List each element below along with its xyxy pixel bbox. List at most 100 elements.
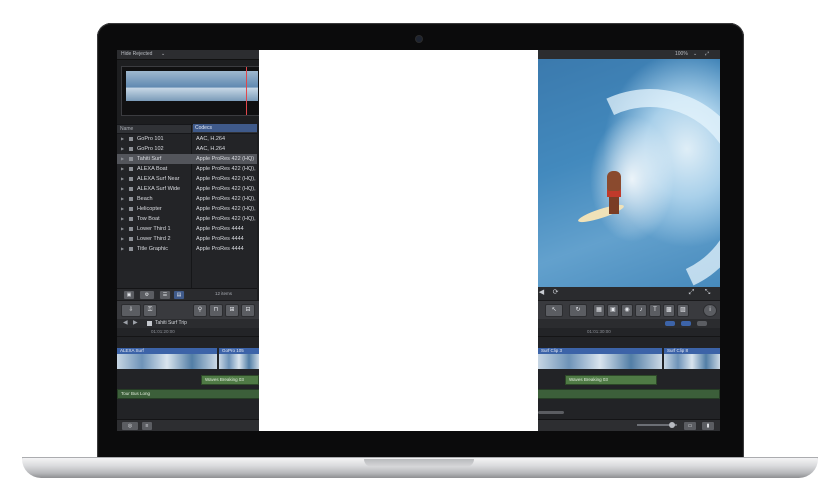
skimmer-playhead[interactable] (246, 67, 247, 115)
filmstrip-thumbnail (126, 71, 170, 101)
laptop-opening-notch (364, 459, 474, 467)
library-icon[interactable]: ▣ (123, 290, 135, 300)
column-name[interactable]: Name (120, 125, 133, 133)
list-item[interactable]: ▶ GoPro 102 AAC, H.264 (117, 144, 257, 154)
back-arrow-icon[interactable]: ◀ (123, 319, 128, 328)
disclosure-triangle-icon[interactable]: ▶ (121, 234, 124, 244)
photo-browser-icon[interactable]: ▣ (607, 304, 619, 317)
clip-thumbnails (117, 354, 217, 369)
audio-browser-icon[interactable]: ♪ (635, 304, 647, 317)
fullscreen-icon[interactable]: ⤡ (703, 289, 712, 297)
camera-icon (416, 36, 422, 42)
chevron-down-icon[interactable]: ⌄ (693, 50, 697, 59)
snapping-icon[interactable] (697, 321, 707, 326)
clip-thumbnails (219, 354, 259, 369)
zoom-slider-handle[interactable] (669, 422, 675, 428)
titles-icon[interactable]: T (649, 304, 661, 317)
timeline-scrollbar[interactable] (538, 411, 564, 414)
disclosure-triangle-icon[interactable]: ▶ (121, 244, 124, 254)
audio-clip-waves-right[interactable]: Waves Breaking 03 (565, 375, 657, 385)
list-item[interactable]: ▶ ALEXA Surf Near Apple ProRes 422 (HQ), (117, 174, 257, 184)
insert-clip-icon[interactable]: ⊞ (225, 304, 239, 317)
disclosure-triangle-icon[interactable]: ▶ (121, 194, 124, 204)
clip-icon (129, 167, 133, 171)
expand-icon[interactable]: ⤢ (687, 289, 696, 297)
fullscreen-icon[interactable]: ⤢ (705, 50, 709, 59)
select-tool-icon[interactable]: ↖ (545, 304, 563, 317)
surfer-body (607, 171, 621, 191)
disclosure-triangle-icon[interactable]: ▶ (121, 164, 124, 174)
clip-height-icon[interactable]: ▭ (683, 421, 697, 431)
forward-arrow-icon[interactable]: ▶ (133, 319, 138, 328)
gear-icon[interactable]: ⚙ (139, 290, 155, 300)
list-item[interactable]: ▶ ALEXA Surf Wide Apple ProRes 422 (HQ), (117, 184, 257, 194)
wave-shape (537, 59, 720, 287)
clip-icon (129, 207, 133, 211)
loop-icon[interactable]: ⟳ (551, 289, 560, 297)
eye-icon[interactable]: ◎ (121, 421, 139, 431)
list-view-icon[interactable]: ☰ (159, 290, 171, 300)
blank-white-panel (259, 50, 538, 431)
chevron-down-icon[interactable]: ⌄ (161, 50, 165, 59)
disclosure-triangle-icon[interactable]: ▶ (121, 214, 124, 224)
keyword-icon[interactable]: ⚿ (143, 304, 157, 317)
clip-gopro-105[interactable]: GoPro 105 (219, 348, 259, 369)
disclosure-triangle-icon[interactable]: ▶ (121, 134, 124, 144)
list-item[interactable]: ▶ Helicopter Apple ProRes 422 (HQ), (117, 204, 257, 214)
clip-icon (129, 217, 133, 221)
themes-icon[interactable]: ▨ (677, 304, 689, 317)
disclosure-triangle-icon[interactable]: ▶ (121, 204, 124, 214)
list-item[interactable]: ▶ Title Graphic Apple ProRes 4444 (117, 244, 257, 254)
disclosure-triangle-icon[interactable]: ▶ (121, 224, 124, 234)
append-clip-icon[interactable]: ⊟ (241, 304, 255, 317)
audio-meter-icon[interactable]: ▮ (701, 421, 715, 431)
filmstrip-thumbnail (170, 71, 214, 101)
retime-icon[interactable]: ↻ (569, 304, 587, 317)
media-browser-icon[interactable]: ▦ (593, 304, 605, 317)
clip-surf-clip-3[interactable]: Surf Clip 3 (538, 348, 662, 369)
list-item-selected[interactable]: ▶ Tahiti Surf Apple ProRes 422 (HQ) (117, 154, 257, 164)
zoom-level[interactable]: 100% (675, 50, 688, 59)
filmstrip-view-icon[interactable]: ▤ (173, 290, 185, 300)
list-item[interactable]: ▶ GoPro 101 AAC, H.264 (117, 134, 257, 144)
clip-icon (129, 157, 133, 161)
viewer-controls: ◀ ⟳ ⤢ ⤡ (537, 287, 720, 300)
item-count: 12 items (215, 291, 233, 296)
filmstrip-thumbnail (214, 71, 258, 101)
clip-icon (129, 177, 133, 181)
disclosure-triangle-icon[interactable]: ▶ (121, 144, 124, 154)
generators-icon[interactable]: ▩ (663, 304, 675, 317)
import-icon[interactable]: ⇩ (121, 304, 141, 317)
viewer-surfer-frame[interactable] (537, 59, 720, 287)
list-item[interactable]: ▶ Beach Apple ProRes 422 (HQ), (117, 194, 257, 204)
list-item[interactable]: ▶ Lower Third 2 Apple ProRes 4444 (117, 234, 257, 244)
project-icon (147, 321, 152, 326)
disclosure-triangle-icon[interactable]: ▶ (121, 154, 124, 164)
column-codecs-selected[interactable]: Codecs (193, 124, 257, 132)
disclosure-triangle-icon[interactable]: ▶ (121, 184, 124, 194)
index-icon[interactable]: ≡ (141, 421, 153, 431)
column-codecs[interactable]: Codecs (195, 124, 212, 132)
filter-menu[interactable]: Hide Rejected (121, 50, 152, 59)
clip-alexa-surf[interactable]: ALEXA Surf (117, 348, 217, 369)
project-name: Tahiti Surf Trip (155, 320, 187, 326)
audio-toggle-icon[interactable] (681, 321, 691, 326)
connect-clip-icon[interactable]: ⊓ (209, 304, 223, 317)
clip-icon (129, 227, 133, 231)
laptop-screen: Hide Rejected ⌄ 100% ⌄ ⤢ Name Codecs ▶ Go… (117, 50, 720, 431)
clip-appearance-icon[interactable] (665, 321, 675, 326)
clip-surf-clip-8[interactable]: Surf Clip 8 (664, 348, 720, 369)
audio-clip-waves-left[interactable]: Waves Breaking 03 (201, 375, 259, 385)
list-item[interactable]: ▶ ALEXA Boat Apple ProRes 422 (HQ), (117, 164, 257, 174)
clip-icon (129, 247, 133, 251)
list-item[interactable]: ▶ Lower Third 1 Apple ProRes 4444 (117, 224, 257, 234)
clip-icon (129, 187, 133, 191)
camera-icon[interactable]: ◉ (621, 304, 633, 317)
list-item[interactable]: ▶ Tow Boat Apple ProRes 422 (HQ), (117, 214, 257, 224)
search-icon[interactable]: ⚲ (193, 304, 207, 317)
info-icon[interactable]: i (703, 304, 717, 317)
play-icon[interactable]: ◀ (537, 289, 546, 297)
clip-icon (129, 237, 133, 241)
filmstrip-preview[interactable] (121, 66, 261, 116)
disclosure-triangle-icon[interactable]: ▶ (121, 174, 124, 184)
